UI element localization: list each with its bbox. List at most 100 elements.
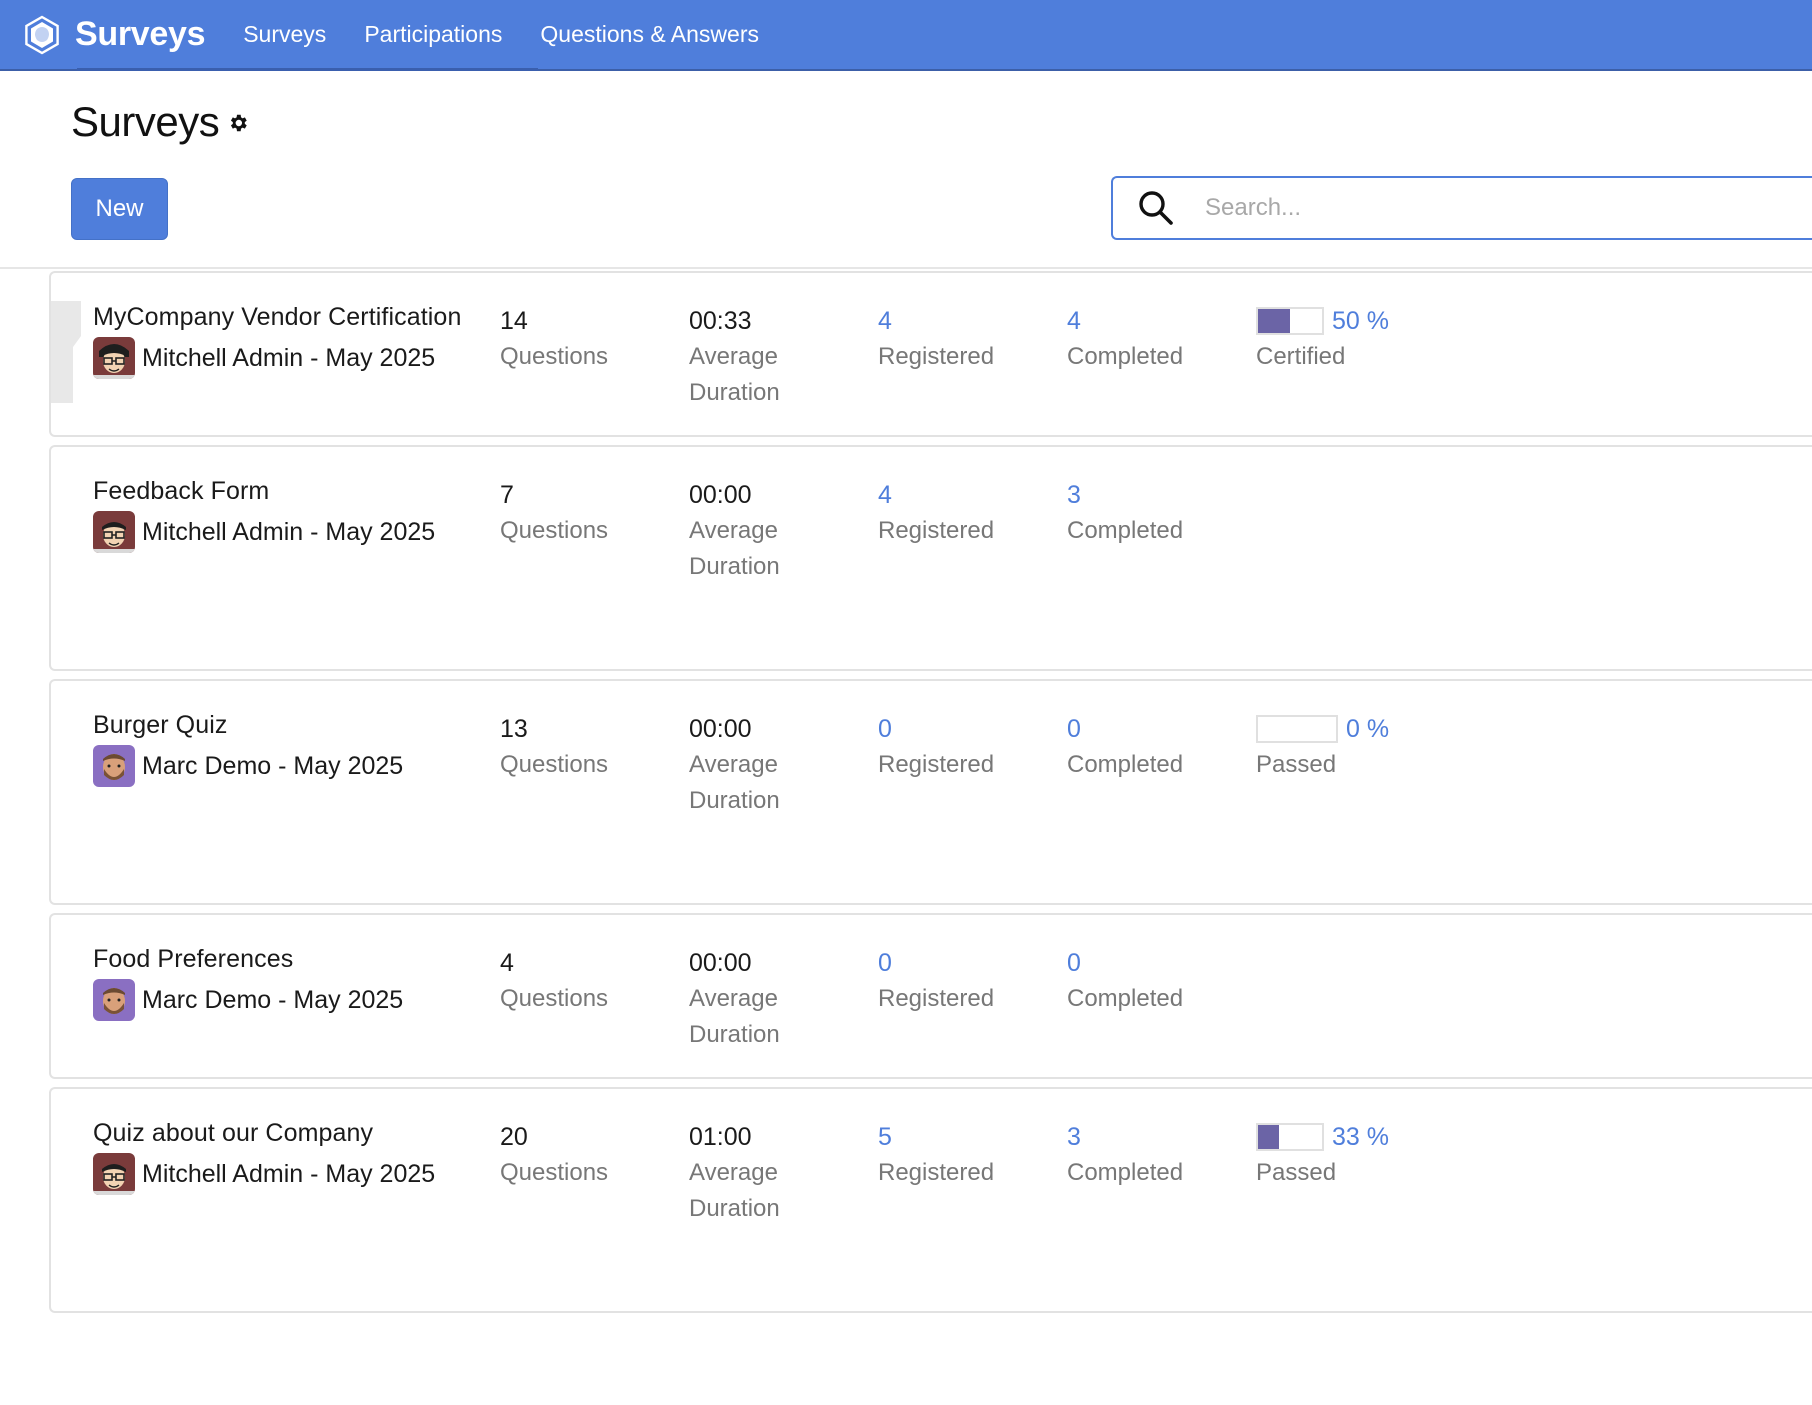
questions-label: Questions [500,1159,609,1186]
registered-label: Registered [878,517,995,544]
nav-participations[interactable]: Participations [364,21,502,48]
completed-count[interactable]: 0 [1067,711,1183,747]
success-rate-stat[interactable]: 50 % Certified [1256,303,1389,375]
success-label: Passed [1256,751,1337,778]
survey-card[interactable]: Burger Quiz Marc Demo - May 2025 13 Ques… [49,679,1812,905]
average-duration: 00:00 [689,481,752,509]
survey-owner: Mitchell Admin - May 2025 [93,337,435,379]
nav-questions-answers[interactable]: Questions & Answers [540,21,759,48]
survey-card[interactable]: Quiz about our Company Mitchell Admin - … [49,1087,1812,1313]
completed-stat[interactable]: 3 Completed [1067,1119,1183,1191]
questions-stat: 13 Questions [500,711,608,783]
progress-fill [1258,1125,1280,1149]
success-rate[interactable]: 33 % [1332,1123,1389,1152]
average-duration: 00:33 [689,307,752,335]
questions-stat: 14 Questions [500,303,608,375]
average-duration: 00:00 [689,715,752,743]
duration-stat: 01:00 Average Duration [689,1119,780,1227]
questions-count: 13 [500,715,528,743]
completed-stat[interactable]: 0 Completed [1067,945,1183,1017]
questions-label: Questions [500,751,609,778]
survey-title[interactable]: Burger Quiz [93,711,228,740]
success-rate-stat[interactable]: 0 % Passed [1256,711,1389,783]
control-panel-divider [0,267,1812,269]
registered-count[interactable]: 5 [878,1119,994,1155]
avatar [93,979,135,1021]
survey-card[interactable]: MyCompany Vendor Certification Mitchell … [49,271,1812,437]
questions-stat: 4 Questions [500,945,608,1017]
duration-label-2: Duration [689,553,780,580]
completed-label: Completed [1067,985,1184,1012]
app-brand[interactable]: Surveys [22,15,206,55]
duration-stat: 00:33 Average Duration [689,303,780,411]
owner-name-date: Mitchell Admin - May 2025 [142,517,436,546]
completed-label: Completed [1067,751,1184,778]
search-input[interactable] [1205,194,1765,222]
average-duration: 01:00 [689,1123,752,1151]
registered-count[interactable]: 0 [878,945,994,981]
duration-label-2: Duration [689,1195,780,1222]
survey-title[interactable]: MyCompany Vendor Certification [93,303,461,332]
questions-stat: 7 Questions [500,477,608,549]
questions-count: 14 [500,307,528,335]
duration-label-1: Average [689,751,778,778]
completed-count[interactable]: 3 [1067,477,1183,513]
questions-count: 20 [500,1123,528,1151]
surveys-app-icon [25,15,59,54]
survey-card[interactable]: Feedback Form Mitchell Admin - May 2025 … [49,445,1812,671]
questions-label: Questions [500,343,609,370]
survey-card[interactable]: Food Preferences Marc Demo - May 2025 4 … [49,913,1812,1079]
success-rate[interactable]: 0 % [1346,715,1389,744]
duration-label-1: Average [689,985,778,1012]
duration-label-2: Duration [689,379,780,406]
success-rate-stat[interactable]: 33 % Passed [1256,1119,1389,1191]
registered-stat[interactable]: 4 Registered [878,303,994,375]
avatar [93,337,135,379]
registered-count[interactable]: 4 [878,477,994,513]
registered-stat[interactable]: 0 Registered [878,945,994,1017]
owner-name-date: Marc Demo - May 2025 [142,985,404,1014]
completed-stat[interactable]: 3 Completed [1067,477,1183,549]
gear-icon[interactable] [227,112,249,134]
completed-label: Completed [1067,1159,1184,1186]
registered-label: Registered [878,985,995,1012]
survey-title[interactable]: Feedback Form [93,477,269,506]
questions-count: 7 [500,481,514,509]
completed-count[interactable]: 4 [1067,303,1183,339]
survey-owner: Marc Demo - May 2025 [93,745,403,787]
registered-count[interactable]: 0 [878,711,994,747]
breadcrumb: Surveys [71,98,249,146]
registered-label: Registered [878,343,995,370]
duration-label-1: Average [689,1159,778,1186]
registered-stat[interactable]: 4 Registered [878,477,994,549]
registered-label: Registered [878,751,995,778]
avatar [93,745,135,787]
avatar [93,511,135,553]
survey-title[interactable]: Quiz about our Company [93,1119,373,1148]
page-title: Surveys [71,98,220,145]
success-label: Certified [1256,343,1346,370]
completed-stat[interactable]: 4 Completed [1067,303,1183,375]
duration-stat: 00:00 Average Duration [689,477,780,585]
nav-surveys[interactable]: Surveys [243,21,326,48]
questions-label: Questions [500,985,609,1012]
registered-stat[interactable]: 0 Registered [878,711,994,783]
average-duration: 00:00 [689,949,752,977]
duration-label-1: Average [689,517,778,544]
search-icon [1139,191,1173,225]
survey-title[interactable]: Food Preferences [93,945,293,974]
new-button[interactable]: New [71,178,168,240]
success-progress-bar [1256,715,1338,743]
app-name: Surveys [75,15,206,53]
success-rate[interactable]: 50 % [1332,307,1389,336]
progress-fill [1258,309,1290,333]
completed-stat[interactable]: 0 Completed [1067,711,1183,783]
completed-count[interactable]: 0 [1067,945,1183,981]
success-progress-bar [1256,307,1324,335]
completed-count[interactable]: 3 [1067,1119,1183,1155]
search-bar[interactable] [1111,176,1812,240]
duration-stat: 00:00 Average Duration [689,945,780,1053]
owner-name-date: Mitchell Admin - May 2025 [142,343,436,372]
registered-stat[interactable]: 5 Registered [878,1119,994,1191]
registered-count[interactable]: 4 [878,303,994,339]
